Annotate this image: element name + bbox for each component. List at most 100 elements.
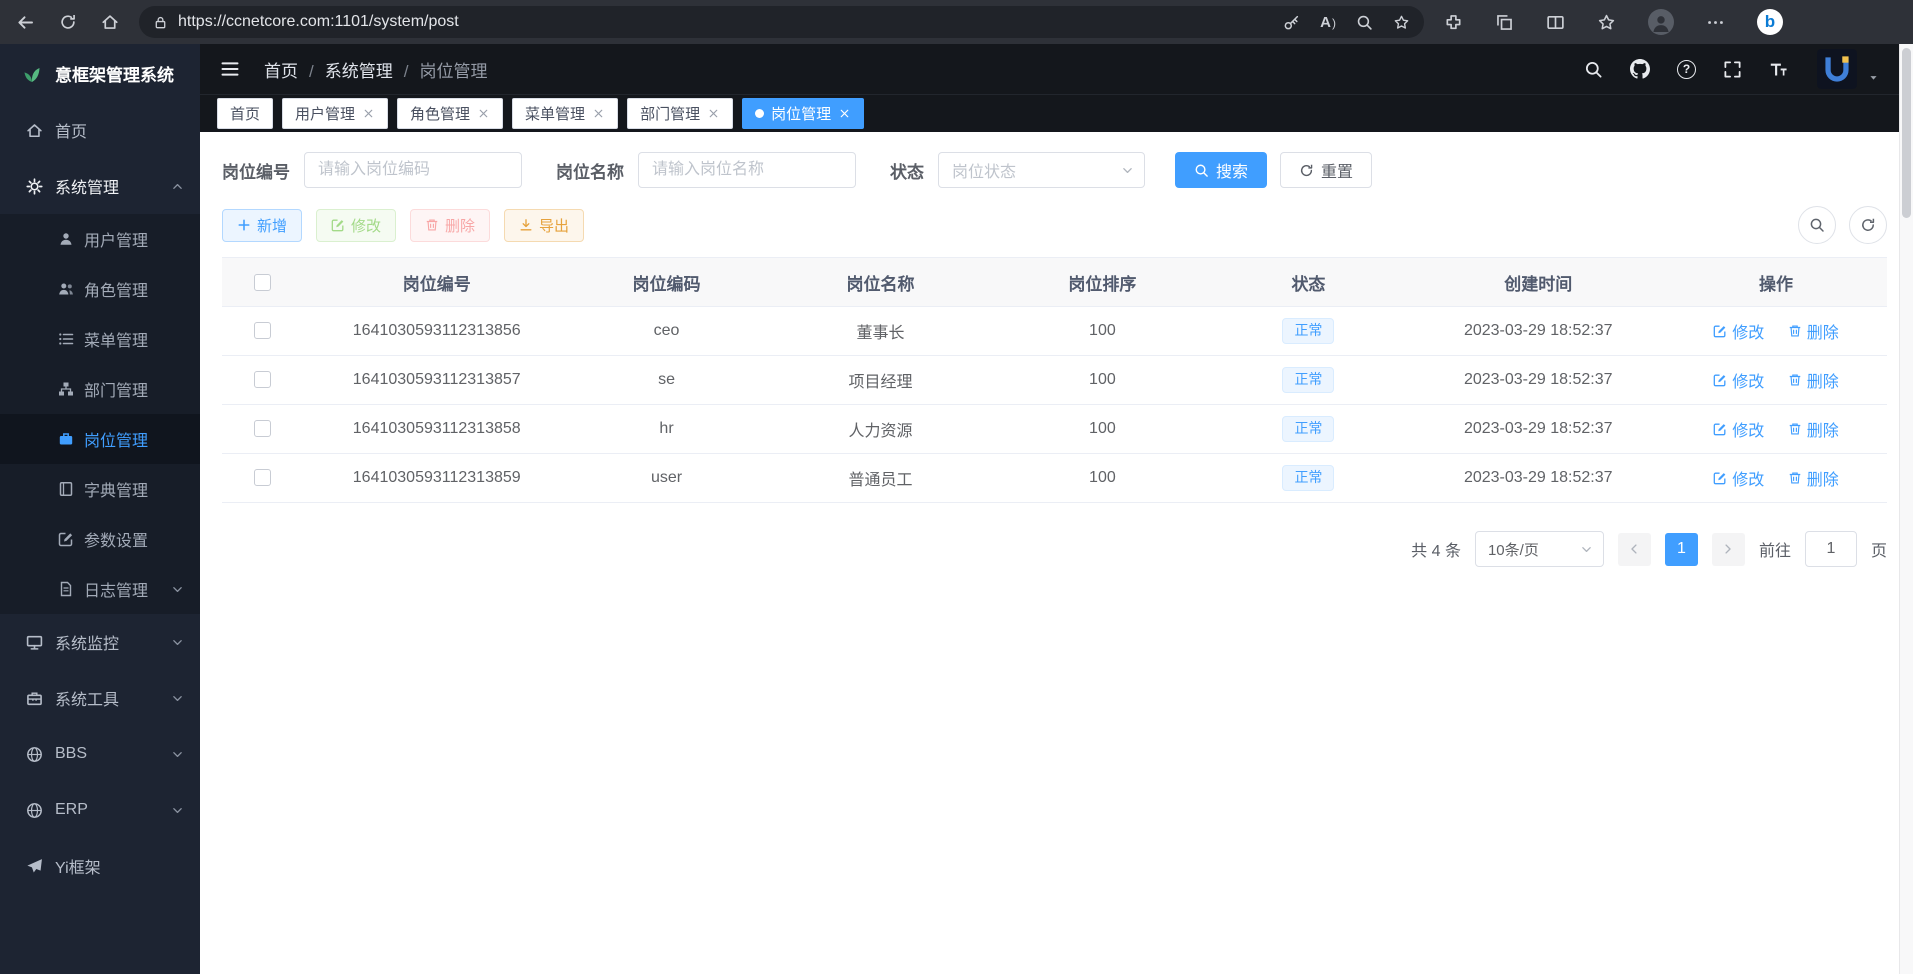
sidebar-item-erp[interactable]: ERP xyxy=(0,782,200,838)
row-edit-link[interactable]: 修改 xyxy=(1713,466,1764,490)
browser-settings-menu-icon[interactable] xyxy=(1706,13,1725,32)
browser-refresh-button[interactable] xyxy=(59,13,77,31)
avatar-dropdown-caret-icon[interactable] xyxy=(1868,72,1879,83)
tab-home[interactable]: 首页 xyxy=(217,98,273,129)
sidebar-item-bbs[interactable]: BBS xyxy=(0,726,200,782)
next-page-button[interactable] xyxy=(1712,533,1745,566)
sidebar-item-menus[interactable]: 菜单管理 xyxy=(0,314,200,364)
tab-menu-management[interactable]: 菜单管理 xyxy=(512,98,618,129)
sidebar-item-label: 参数设置 xyxy=(84,527,148,551)
tab-department-management[interactable]: 部门管理 xyxy=(627,98,733,129)
tab-post-management[interactable]: 岗位管理 xyxy=(742,98,864,129)
status-select[interactable]: 岗位状态 xyxy=(938,152,1145,188)
toggle-search-button[interactable] xyxy=(1798,206,1836,244)
table-row[interactable]: 1641030593112313857 se 项目经理 100 正常 2023-… xyxy=(222,356,1887,405)
github-link[interactable] xyxy=(1630,59,1650,79)
row-edit-link[interactable]: 修改 xyxy=(1713,319,1764,343)
add-favorite-star-icon[interactable] xyxy=(1393,14,1410,31)
sidebar-item-label: 日志管理 xyxy=(84,577,148,601)
page-scrollbar[interactable] xyxy=(1899,44,1913,974)
sidebar-item-yi-framework[interactable]: Yi框架 xyxy=(0,838,200,894)
tab-user-management[interactable]: 用户管理 xyxy=(282,98,388,129)
font-size-button[interactable] xyxy=(1769,60,1788,79)
sidebar-item-roles[interactable]: 角色管理 xyxy=(0,264,200,314)
sidebar-item-home[interactable]: 首页 xyxy=(0,102,200,158)
address-bar[interactable]: https://ccnetcore.com:1101/system/post A xyxy=(139,6,1424,38)
table-header-row: 岗位编号 岗位编码 岗位名称 岗位排序 状态 创建时间 操作 xyxy=(222,258,1887,307)
refresh-table-button[interactable] xyxy=(1849,206,1887,244)
user-avatar[interactable] xyxy=(1817,49,1857,89)
post-code-input[interactable] xyxy=(304,152,522,188)
delete-button[interactable]: 删除 xyxy=(410,209,490,242)
favorites-star-icon[interactable] xyxy=(1597,13,1616,32)
tab-role-management[interactable]: 角色管理 xyxy=(397,98,503,129)
toolbox-icon xyxy=(26,690,43,707)
url-text[interactable]: https://ccnetcore.com:1101/system/post xyxy=(178,13,459,31)
fullscreen-button[interactable] xyxy=(1723,60,1742,79)
zoom-icon[interactable] xyxy=(1356,14,1373,31)
table-row[interactable]: 1641030593112313859 user 普通员工 100 正常 202… xyxy=(222,454,1887,503)
chevron-left-icon xyxy=(1627,542,1641,556)
sidebar-item-tools[interactable]: 系统工具 xyxy=(0,670,200,726)
close-icon[interactable] xyxy=(592,107,605,120)
read-aloud-icon[interactable]: A xyxy=(1320,14,1336,31)
row-edit-label: 修改 xyxy=(1732,368,1764,392)
page-size-select[interactable]: 10条/页 xyxy=(1475,531,1604,567)
hamburger-icon xyxy=(220,59,240,79)
sidebar-item-posts[interactable]: 岗位管理 xyxy=(0,414,200,464)
system-submenu: 用户管理 角色管理 菜单管理 部门管理 岗位管理 字典管理 xyxy=(0,214,200,614)
sidebar-toggle-button[interactable] xyxy=(220,59,240,79)
row-checkbox[interactable] xyxy=(254,322,271,339)
row-checkbox[interactable] xyxy=(254,469,271,486)
export-button-label: 导出 xyxy=(539,215,569,236)
sidebar-item-system[interactable]: 系统管理 xyxy=(0,158,200,214)
header-search-button[interactable] xyxy=(1584,60,1603,79)
add-button[interactable]: 新增 xyxy=(222,209,302,242)
row-edit-link[interactable]: 修改 xyxy=(1713,368,1764,392)
sidebar-item-parameters[interactable]: 参数设置 xyxy=(0,514,200,564)
table-row[interactable]: 1641030593112313858 hr 人力资源 100 正常 2023-… xyxy=(222,405,1887,454)
help-button[interactable]: ? xyxy=(1677,60,1696,79)
close-icon[interactable] xyxy=(477,107,490,120)
select-all-checkbox[interactable] xyxy=(254,274,271,291)
sidebar-item-departments[interactable]: 部门管理 xyxy=(0,364,200,414)
breadcrumb-system[interactable]: 系统管理 xyxy=(325,57,420,82)
extensions-puzzle-icon[interactable] xyxy=(1444,13,1463,32)
row-delete-link[interactable]: 删除 xyxy=(1788,319,1839,343)
collections-icon[interactable] xyxy=(1495,13,1514,32)
sidebar-item-monitoring[interactable]: 系统监控 xyxy=(0,614,200,670)
scrollbar-thumb[interactable] xyxy=(1902,48,1911,218)
page-number-1[interactable]: 1 xyxy=(1665,533,1698,566)
browser-home-button[interactable] xyxy=(101,13,119,31)
goto-page-input[interactable] xyxy=(1805,531,1857,567)
edit-icon xyxy=(331,218,345,232)
sidebar-item-dictionary[interactable]: 字典管理 xyxy=(0,464,200,514)
close-icon[interactable] xyxy=(838,107,851,120)
breadcrumb-home[interactable]: 首页 xyxy=(264,57,325,82)
browser-profile-avatar[interactable] xyxy=(1648,9,1674,35)
split-screen-icon[interactable] xyxy=(1546,13,1565,32)
row-delete-link[interactable]: 删除 xyxy=(1788,417,1839,441)
close-icon[interactable] xyxy=(362,107,375,120)
sidebar-item-label: 首页 xyxy=(55,118,87,142)
bing-logo[interactable]: b xyxy=(1757,9,1783,35)
prev-page-button[interactable] xyxy=(1618,533,1651,566)
sidebar-item-label: 系统管理 xyxy=(55,174,119,198)
post-name-input[interactable] xyxy=(638,152,856,188)
row-delete-link[interactable]: 删除 xyxy=(1788,466,1839,490)
password-key-icon[interactable] xyxy=(1283,14,1300,31)
app-logo[interactable]: 意框架管理系统 xyxy=(0,44,200,102)
table-row[interactable]: 1641030593112313856 ceo 董事长 100 正常 2023-… xyxy=(222,307,1887,356)
browser-back-button[interactable] xyxy=(16,13,35,32)
row-checkbox[interactable] xyxy=(254,420,271,437)
edit-button[interactable]: 修改 xyxy=(316,209,396,242)
row-checkbox[interactable] xyxy=(254,371,271,388)
sidebar-item-users[interactable]: 用户管理 xyxy=(0,214,200,264)
row-delete-link[interactable]: 删除 xyxy=(1788,368,1839,392)
reset-button[interactable]: 重置 xyxy=(1280,152,1372,188)
sidebar-item-logs[interactable]: 日志管理 xyxy=(0,564,200,614)
row-edit-link[interactable]: 修改 xyxy=(1713,417,1764,441)
export-button[interactable]: 导出 xyxy=(504,209,584,242)
close-icon[interactable] xyxy=(707,107,720,120)
search-button[interactable]: 搜索 xyxy=(1175,152,1267,188)
